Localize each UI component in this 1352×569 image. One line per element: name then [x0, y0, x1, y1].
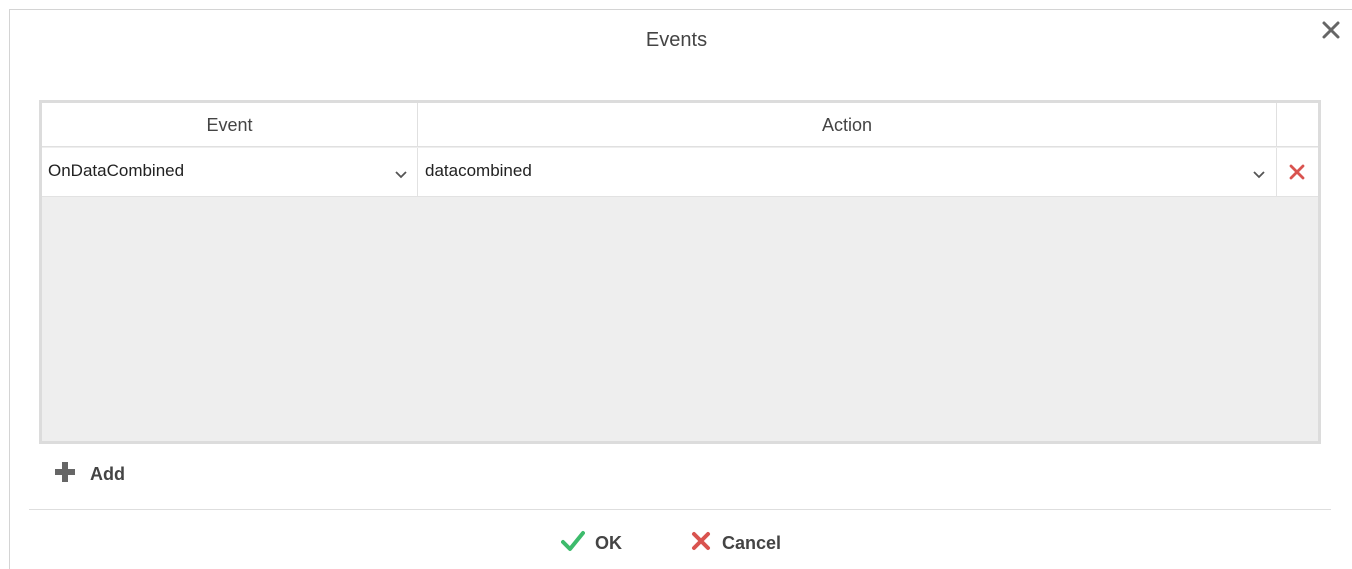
action-select-value: datacombined	[425, 161, 532, 180]
delete-row-icon[interactable]	[1287, 162, 1307, 182]
cancel-button-label: Cancel	[722, 532, 782, 553]
add-button-label: Add	[90, 463, 125, 484]
column-header-delete	[1277, 103, 1318, 147]
add-button[interactable]: Add	[54, 460, 125, 488]
column-header-action[interactable]: Action	[418, 103, 1277, 147]
ok-button[interactable]: OK	[561, 530, 622, 556]
ok-button-label: OK	[595, 532, 622, 553]
delete-row-cell	[1277, 148, 1318, 196]
event-select[interactable]: OnDataCombined	[42, 148, 418, 196]
close-icon[interactable]	[1319, 18, 1343, 42]
plus-icon	[54, 461, 76, 488]
events-dialog: Events Event Action OnDataCombined datac…	[9, 9, 1352, 569]
table-row[interactable]: OnDataCombined datacombined	[42, 148, 1318, 197]
chevron-down-icon[interactable]	[1252, 167, 1266, 179]
column-header-event[interactable]: Event	[42, 103, 418, 147]
chevron-down-icon[interactable]	[394, 167, 408, 179]
grid-header: Event Action	[42, 103, 1318, 147]
event-select-value: OnDataCombined	[48, 161, 185, 180]
dialog-title: Events	[645, 29, 708, 51]
close-icon	[690, 530, 712, 557]
footer-divider	[29, 509, 1331, 510]
cancel-button[interactable]: Cancel	[690, 530, 781, 556]
action-select[interactable]: datacombined	[418, 148, 1277, 196]
events-grid: Event Action OnDataCombined datacombined	[39, 100, 1321, 444]
checkmark-icon	[561, 530, 585, 557]
